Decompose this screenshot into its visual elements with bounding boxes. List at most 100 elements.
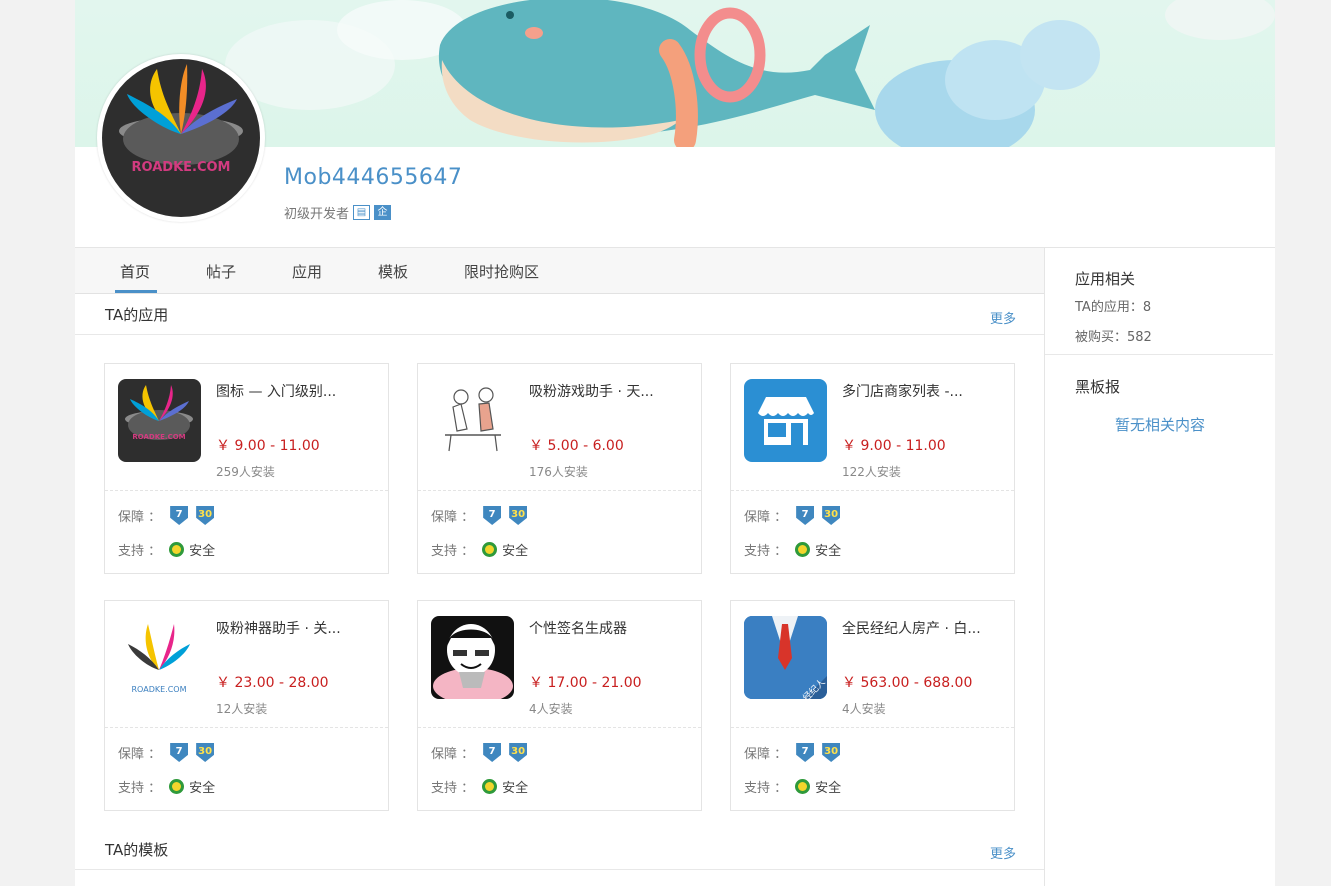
active-tab-indicator	[115, 290, 157, 293]
app-card[interactable]: ROADKE.COM 吸粉神器助手 · 关... ￥ 23.00 - 28.00…	[104, 600, 389, 811]
guarantee-row: 保障 ： 7 30	[744, 743, 841, 762]
app-name[interactable]: 图标 — 入门级别...	[216, 381, 366, 401]
support-label: 支持 ：	[744, 544, 788, 559]
support-row: 支持 ： 安全	[118, 540, 215, 559]
app-installs: 4人安装	[842, 702, 886, 716]
app-name[interactable]: 个性签名生成器	[529, 618, 679, 638]
card-divider	[731, 490, 1014, 491]
safe-label: 安全	[815, 544, 842, 559]
thirty-day-shield-icon: 30	[196, 743, 215, 762]
main-content: 首页 帖子 应用 模板 限时抢购区 TA的应用 更多 ROADKE.COM 图标…	[75, 248, 1044, 886]
guarantee-row: 保障 ： 7 30	[431, 506, 528, 525]
sidebar: 应用相关 TA的应用：8 被购买：582 黑板报 暂无相关内容	[1045, 248, 1275, 886]
app-price: ￥ 9.00 - 11.00	[842, 438, 946, 454]
tab-posts[interactable]: 帖子	[206, 261, 236, 282]
blackboard-empty: 暂无相关内容	[1114, 416, 1205, 434]
templates-more-link[interactable]: 更多	[990, 843, 1016, 862]
tab-templates[interactable]: 模板	[378, 261, 408, 282]
card-divider	[731, 727, 1014, 728]
guarantee-label: 保障 ：	[744, 747, 788, 762]
tab-bar: 首页 帖子 应用 模板 限时抢购区	[75, 248, 1044, 294]
app-installs: 176人安装	[529, 465, 588, 479]
app-name[interactable]: 全民经纪人房产 · 白...	[842, 618, 992, 638]
tab-home[interactable]: 首页	[120, 261, 150, 282]
app-card[interactable]: 个性签名生成器 ￥ 17.00 - 21.00 4人安装 保障 ： 7 30 支…	[417, 600, 702, 811]
app-price: ￥ 23.00 - 28.00	[216, 675, 329, 691]
support-row: 支持 ： 安全	[431, 540, 528, 559]
roadke-logo-dark-icon[interactable]: ROADKE.COM	[118, 379, 201, 462]
broker-suit-icon[interactable]: 经纪人	[744, 616, 827, 699]
card-divider	[418, 490, 701, 491]
apps-section-header: TA的应用 更多	[75, 294, 1044, 335]
app-name[interactable]: 吸粉游戏助手 · 天...	[529, 381, 679, 401]
app-card[interactable]: 吸粉游戏助手 · 天... ￥ 5.00 - 6.00 176人安装 保障 ： …	[417, 363, 702, 574]
app-count: TA的应用：8	[1075, 300, 1152, 315]
support-label: 支持 ：	[118, 544, 162, 559]
app-installs: 259人安装	[216, 465, 275, 479]
enterprise-badge-icon[interactable]: 企	[374, 205, 392, 220]
thirty-day-shield-icon: 30	[509, 506, 528, 525]
safe-icon	[795, 542, 811, 557]
app-price: ￥ 563.00 - 688.00	[842, 675, 973, 691]
seven-day-shield-icon: 7	[170, 506, 189, 525]
app-price: ￥ 17.00 - 21.00	[529, 675, 642, 691]
guarantee-row: 保障 ： 7 30	[431, 743, 528, 762]
whale-illustration	[438, 0, 875, 147]
card-divider	[105, 490, 388, 491]
id-verified-icon[interactable]: ▤	[353, 205, 371, 220]
app-price: ￥ 9.00 - 11.00	[216, 438, 320, 454]
app-name[interactable]: 吸粉神器助手 · 关...	[216, 618, 366, 638]
avatar[interactable]: ROADKE.COM	[97, 54, 265, 222]
safe-label: 安全	[815, 781, 842, 796]
roadke-logo-icon: ROADKE.COM	[119, 64, 243, 175]
app-price: ￥ 5.00 - 6.00	[529, 438, 624, 454]
support-row: 支持 ： 安全	[744, 777, 841, 796]
safe-icon	[169, 542, 185, 557]
app-card[interactable]: 多门店商家列表 -... ￥ 9.00 - 11.00 122人安装 保障 ： …	[730, 363, 1015, 574]
profile-header: ROADKE.COM Mob444655647 初级开发者 ▤ 企	[75, 54, 1275, 247]
roadke-logo-light-icon[interactable]: ROADKE.COM	[118, 616, 201, 699]
sketch-couple-icon[interactable]	[431, 379, 514, 462]
guarantee-row: 保障 ： 7 30	[118, 506, 215, 525]
cartoon-face-icon[interactable]	[431, 616, 514, 699]
svg-text:ROADKE.COM: ROADKE.COM	[132, 685, 187, 694]
guarantee-row: 保障 ： 7 30	[118, 743, 215, 762]
templates-section-title: TA的模板	[105, 841, 169, 859]
app-name[interactable]: 多门店商家列表 -...	[842, 381, 992, 401]
safe-label: 安全	[189, 781, 216, 796]
storefront-icon[interactable]	[744, 379, 827, 462]
thirty-day-shield-icon: 30	[196, 506, 215, 525]
app-card[interactable]: ROADKE.COM 图标 — 入门级别... ￥ 9.00 - 11.00 2…	[104, 363, 389, 574]
guarantee-label: 保障 ：	[118, 510, 162, 525]
safe-label: 安全	[502, 544, 529, 559]
profile-page: ROADKE.COM Mob444655647 初级开发者 ▤ 企 首页 帖子 …	[75, 0, 1275, 886]
safe-icon	[482, 779, 498, 794]
tab-flash-sale[interactable]: 限时抢购区	[464, 261, 539, 282]
card-divider	[105, 727, 388, 728]
guarantee-label: 保障 ：	[118, 747, 162, 762]
thirty-day-shield-icon: 30	[822, 506, 841, 525]
apps-section-title: TA的应用	[105, 306, 169, 324]
safe-label: 安全	[189, 544, 216, 559]
guarantee-label: 保障 ：	[431, 510, 475, 525]
safe-icon	[795, 779, 811, 794]
support-label: 支持 ：	[431, 544, 475, 559]
safe-label: 安全	[502, 781, 529, 796]
thirty-day-shield-icon: 30	[509, 743, 528, 762]
app-installs: 12人安装	[216, 702, 268, 716]
guarantee-label: 保障 ：	[744, 510, 788, 525]
apps-more-link[interactable]: 更多	[990, 308, 1016, 327]
seven-day-shield-icon: 7	[483, 506, 502, 525]
support-label: 支持 ：	[744, 781, 788, 796]
svg-text:ROADKE.COM: ROADKE.COM	[132, 160, 231, 175]
tab-apps[interactable]: 应用	[292, 261, 322, 282]
app-installs: 4人安装	[529, 702, 573, 716]
sidebar-separator	[1045, 354, 1273, 355]
seven-day-shield-icon: 7	[796, 506, 815, 525]
safe-icon	[169, 779, 185, 794]
app-card[interactable]: 经纪人 全民经纪人房产 · 白... ￥ 563.00 - 688.00 4人安…	[730, 600, 1015, 811]
seven-day-shield-icon: 7	[796, 743, 815, 762]
support-row: 支持 ： 安全	[431, 777, 528, 796]
developer-level: 初级开发者 ▤ 企	[284, 203, 392, 222]
support-row: 支持 ： 安全	[744, 540, 841, 559]
